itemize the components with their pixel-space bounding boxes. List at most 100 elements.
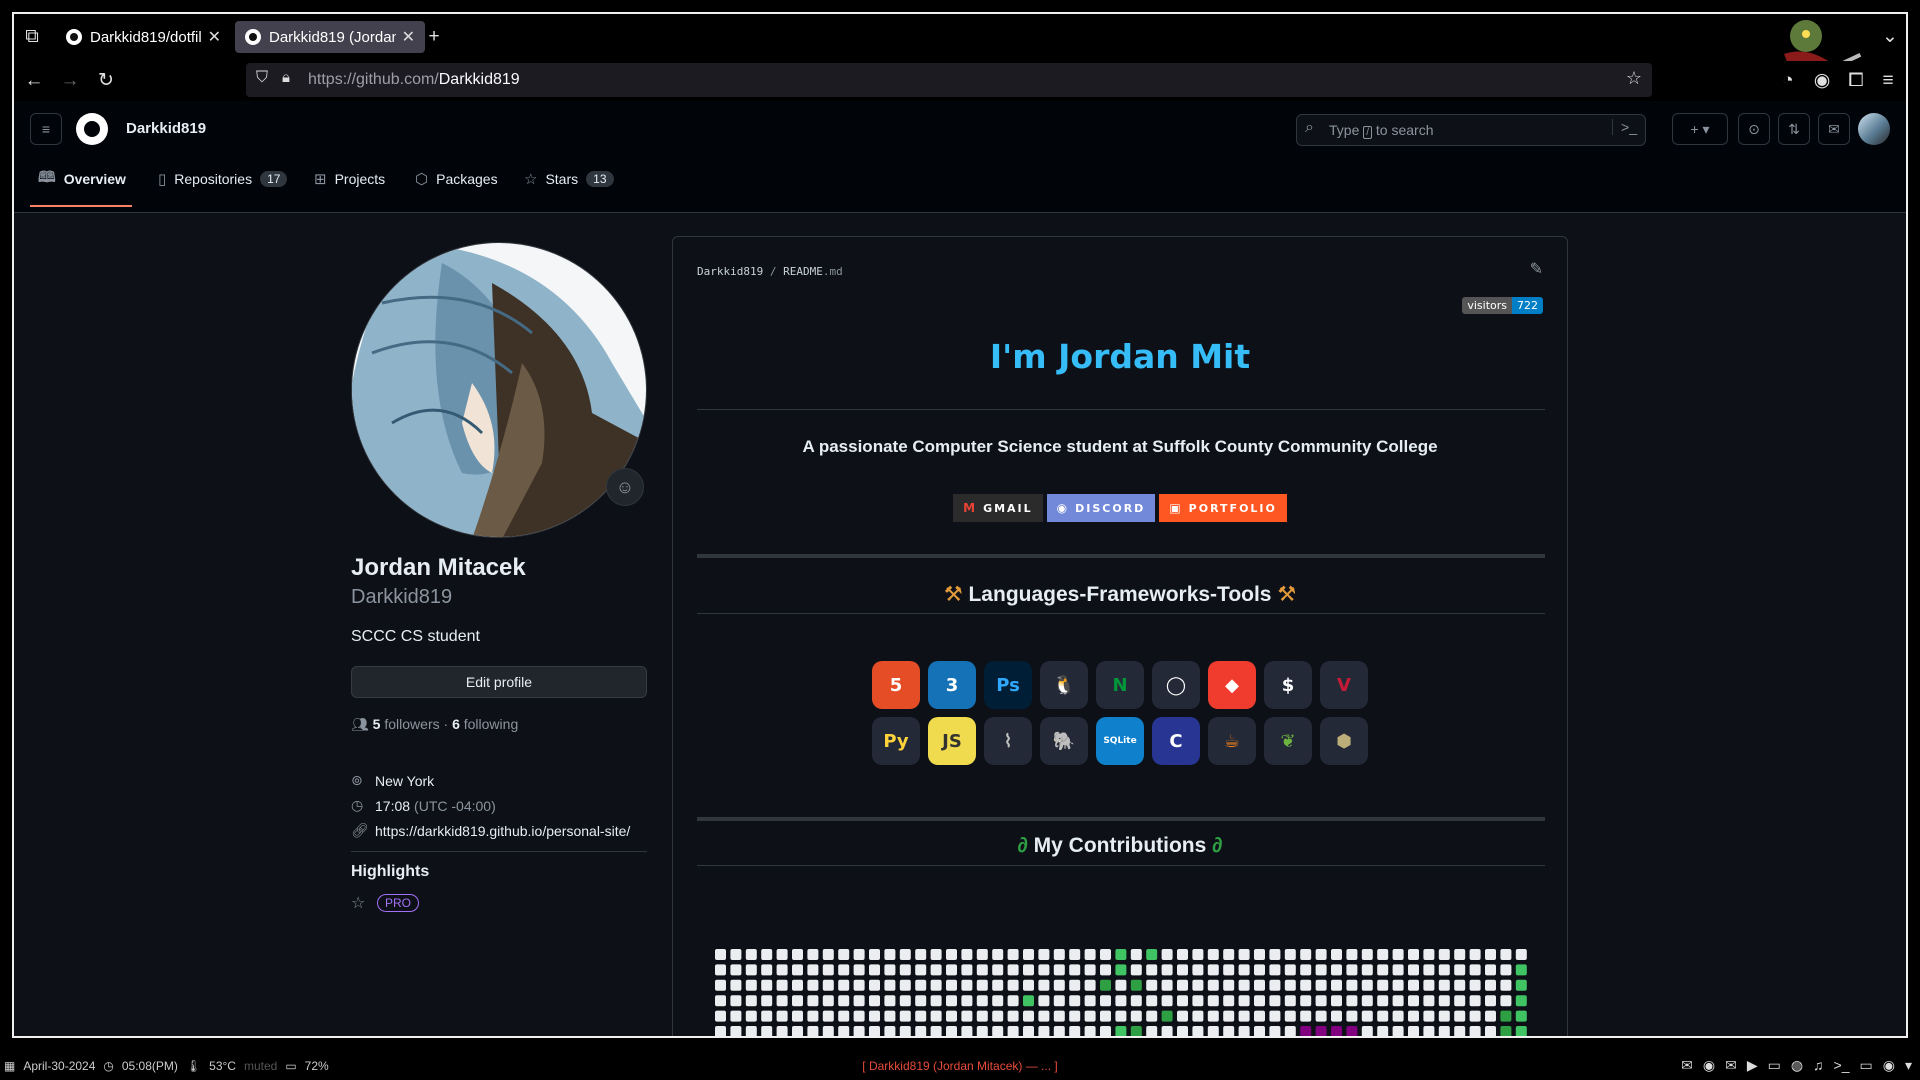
- edit-readme-pencil-icon[interactable]: ✎: [1530, 259, 1543, 279]
- c-icon: C: [1152, 717, 1200, 765]
- account-icon[interactable]: ◉: [1810, 69, 1834, 93]
- contribution-cell: [1161, 1010, 1173, 1022]
- tab-stars[interactable]: ☆ Stars 13: [516, 155, 622, 203]
- contribution-cell: [776, 979, 788, 991]
- contribution-cell: [1331, 1026, 1342, 1036]
- contribution-cell: [884, 1026, 896, 1036]
- tab-repositories[interactable]: ▯ Repositories 17: [150, 155, 295, 203]
- reload-icon[interactable]: ↻: [94, 69, 118, 93]
- terminal-icon[interactable]: >_: [1834, 1057, 1850, 1074]
- github-header: ≡ Darkkid819 ⌕ Type / to search >_ + ▾ ⊙…: [14, 101, 1906, 213]
- contribution-cell: [1007, 949, 1019, 960]
- back-icon[interactable]: ←: [22, 69, 46, 93]
- contributions-heading: ∂ My Contributions ∂: [1017, 834, 1223, 857]
- user-avatar-small[interactable]: [1858, 113, 1890, 145]
- tab-overview-icon[interactable]: ⧉: [20, 25, 44, 49]
- contribution-cell: [807, 964, 819, 976]
- discord-badge[interactable]: ◉ DISCORD: [1046, 494, 1156, 522]
- forward-icon[interactable]: →: [58, 69, 82, 93]
- new-tab-icon[interactable]: +: [422, 25, 446, 49]
- monitor-icon[interactable]: ▭: [1860, 1057, 1873, 1074]
- skills-row: Py JS ⌇ 🐘 SQLite C ☕ ❦ ⬢: [872, 717, 1368, 765]
- bookmark-star-icon[interactable]: ☆: [1626, 68, 1642, 89]
- contribution-cell: [1438, 979, 1450, 991]
- profile-avatar[interactable]: [351, 242, 647, 538]
- play-icon[interactable]: ▶: [1747, 1057, 1758, 1074]
- contribution-cell: [1053, 1010, 1065, 1022]
- shield-icon[interactable]: ⛉: [256, 69, 268, 87]
- contribution-cell: [776, 964, 788, 976]
- pull-requests-icon[interactable]: ⇅: [1778, 113, 1810, 145]
- contribution-cell: [838, 1010, 850, 1022]
- stars-count-badge: 13: [586, 171, 614, 187]
- discord-tray-icon[interactable]: ◉: [1883, 1057, 1895, 1074]
- followers-link[interactable]: 5 followers: [373, 716, 440, 732]
- contribution-cell: [776, 995, 788, 1007]
- browser-icon[interactable]: ◉: [1703, 1057, 1715, 1074]
- contribution-cell: [1007, 995, 1019, 1007]
- gmail-badge[interactable]: M GMAIL: [953, 494, 1043, 522]
- contribution-cell: [1115, 1026, 1127, 1036]
- tab-packages[interactable]: ⬡ Packages: [407, 155, 506, 203]
- contribution-cell: [1469, 1026, 1481, 1036]
- inbox-icon[interactable]: ✉: [1818, 113, 1850, 145]
- portfolio-badge[interactable]: ▣ PORTFOLIO: [1159, 494, 1287, 522]
- readme-card: Darkkid819 / README.md ✎ visitors 722 I'm…: [672, 236, 1568, 1036]
- close-icon[interactable]: ✕: [208, 27, 221, 47]
- contribution-cell: [838, 979, 850, 991]
- contribution-cell: [1377, 979, 1389, 991]
- command-palette-icon[interactable]: >_: [1612, 119, 1637, 135]
- contribution-cell: [1377, 995, 1389, 1007]
- lock-icon[interactable]: 🔒︎: [282, 69, 290, 86]
- contribution-cell: [1100, 949, 1111, 960]
- following-link[interactable]: 6 following: [452, 716, 518, 732]
- header-username[interactable]: Darkkid819: [126, 120, 206, 137]
- contribution-cell: [915, 979, 927, 991]
- contribution-cell: [1392, 949, 1404, 960]
- gamepad-icon[interactable]: ◍: [1791, 1057, 1803, 1074]
- contribution-cell: [792, 979, 803, 991]
- tab-overview[interactable]: 🕮︎ Overview: [30, 155, 134, 203]
- tab-projects[interactable]: ⊞ Projects: [306, 155, 393, 203]
- hamburger-menu-button[interactable]: ≡: [30, 113, 62, 145]
- contribution-cell: [1423, 995, 1435, 1007]
- headphones-icon[interactable]: ♫: [1813, 1057, 1824, 1074]
- contribution-cell: [1192, 979, 1204, 991]
- contribution-cell: [838, 1026, 850, 1036]
- contribution-cell: [1069, 995, 1081, 1007]
- github-logo-icon[interactable]: [76, 113, 108, 145]
- contribution-cell: [1161, 949, 1173, 960]
- contribution-cell: [761, 995, 773, 1007]
- portfolio-icon: ▣: [1169, 501, 1181, 515]
- chat-icon[interactable]: ✉: [1681, 1057, 1693, 1074]
- pro-badge[interactable]: PRO: [377, 894, 420, 912]
- folder-icon[interactable]: ▭: [1768, 1057, 1781, 1074]
- set-status-emoji-button[interactable]: ☺: [606, 468, 644, 506]
- close-icon[interactable]: ✕: [402, 27, 415, 47]
- tray-arrow-icon[interactable]: ▾: [1905, 1057, 1912, 1074]
- contribution-cell: [838, 995, 850, 1007]
- menu-icon[interactable]: ≡: [1876, 69, 1900, 93]
- contribution-cell: [930, 995, 942, 1007]
- contribution-cell: [1192, 1026, 1204, 1036]
- linux-icon: 🐧: [1040, 661, 1088, 709]
- create-new-button[interactable]: + ▾: [1672, 113, 1728, 145]
- website-item[interactable]: 🔗︎ https://darkkid819.github.io/personal-…: [351, 822, 630, 839]
- url-bar[interactable]: ⛉ 🔒︎ https://github.com/Darkkid819 ☆: [246, 63, 1652, 97]
- pocket-icon[interactable]: ◔: [1776, 69, 1800, 93]
- contribution-cell: [1361, 995, 1373, 1007]
- extensions-icon[interactable]: ⧠: [1844, 69, 1868, 93]
- contribution-cell: [1238, 949, 1250, 960]
- browser-tab-profile[interactable]: Darkkid819 (Jordan Mitacek) ✕: [235, 21, 425, 53]
- search-input[interactable]: ⌕ Type / to search >_: [1296, 114, 1646, 146]
- mail-icon[interactable]: ✉: [1725, 1057, 1737, 1074]
- list-all-tabs-icon[interactable]: ⌄: [1878, 25, 1902, 49]
- issues-icon[interactable]: ⊙: [1738, 113, 1770, 145]
- contribution-cell: [822, 1010, 834, 1022]
- edit-profile-button[interactable]: Edit profile: [351, 666, 647, 698]
- contribution-cell: [1346, 995, 1358, 1007]
- contribution-cell: [838, 964, 850, 976]
- contribution-cell: [1485, 995, 1496, 1007]
- browser-tab-dotfiles[interactable]: Darkkid819/dotfiles ✕: [56, 21, 231, 53]
- contribution-cell: [961, 1010, 973, 1022]
